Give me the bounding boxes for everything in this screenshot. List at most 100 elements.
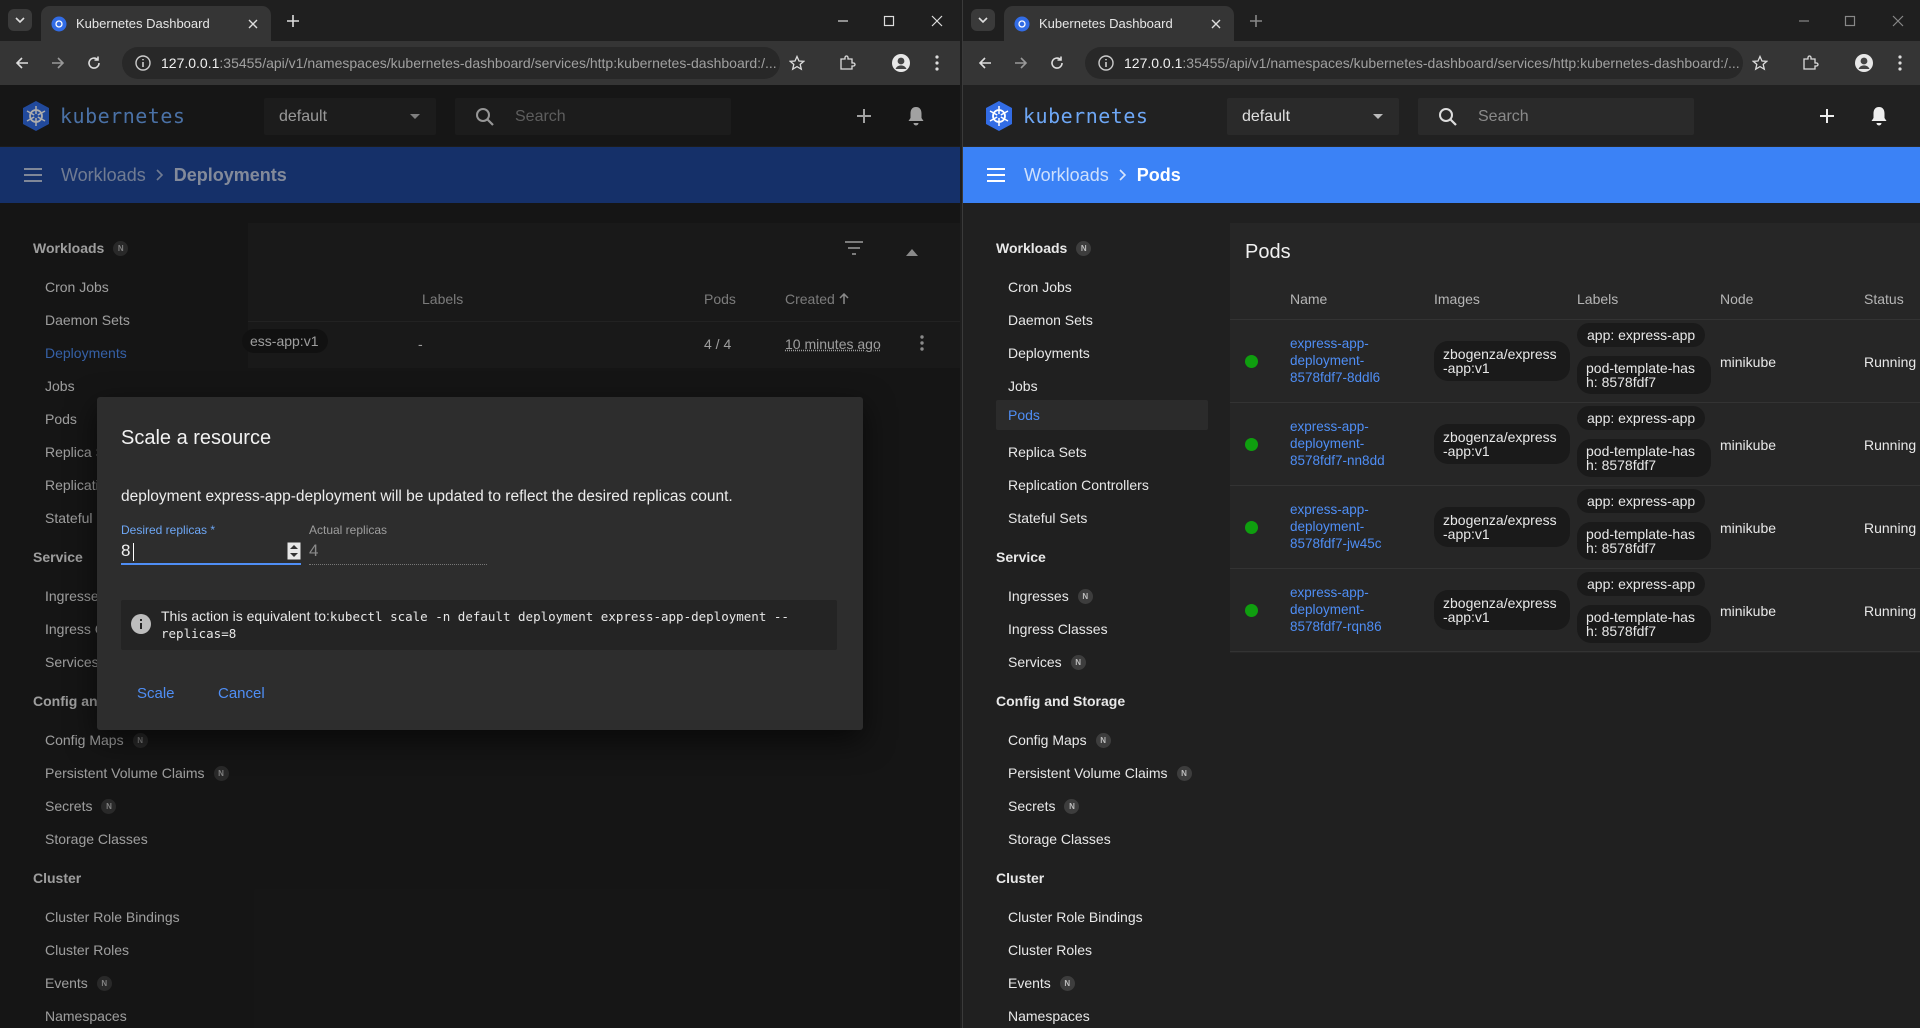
col-header-name[interactable]: Name: [1290, 291, 1327, 307]
sidebar-section-service[interactable]: Service: [996, 546, 1046, 568]
sidebar-item-replication-controllers[interactable]: Replication Controllers: [1008, 474, 1149, 496]
sidebar-section-config[interactable]: Config and Storage: [996, 690, 1125, 712]
label-chip-pod-template-hash: pod-template-has h: 8578fdf7: [1577, 605, 1711, 643]
close-window-button[interactable]: [914, 0, 960, 41]
sidebar-item-services[interactable]: Services N: [1008, 651, 1086, 673]
sidebar-section-workloads[interactable]: Workloads N: [996, 237, 1092, 259]
table-row[interactable]: express-app- deployment- 8578fdf7-rqn86 …: [1230, 569, 1920, 652]
sidebar-item-cron-jobs[interactable]: Cron Jobs: [1008, 276, 1072, 298]
profile-avatar[interactable]: [886, 47, 916, 79]
label-chip-app: app: express-app: [1577, 572, 1706, 596]
sidebar-item-pods[interactable]: Pods: [1008, 404, 1040, 426]
plus-icon: [1250, 15, 1262, 27]
col-header-images[interactable]: Images: [1434, 291, 1480, 307]
kubernetes-logo[interactable]: kubernetes: [983, 100, 1148, 132]
sidebar-item-replica-sets[interactable]: Replica Sets: [1008, 441, 1087, 463]
browser-toolbar: 127.0.0.1:35455/api/v1/namespaces/kubern…: [963, 41, 1920, 85]
extensions-button[interactable]: [1795, 47, 1825, 79]
desired-replicas-input[interactable]: 8: [121, 539, 301, 565]
sidebar-item-events[interactable]: Events N: [1008, 972, 1075, 994]
extensions-button[interactable]: [832, 47, 862, 79]
profile-avatar[interactable]: [1849, 47, 1879, 79]
new-tab-button[interactable]: [282, 10, 304, 32]
sidebar-item-cluster-role-bindings[interactable]: Cluster Role Bindings: [1008, 906, 1143, 928]
pod-status: Running: [1864, 354, 1917, 370]
card-title: Pods: [1245, 241, 1291, 263]
notifications-button[interactable]: [1865, 102, 1893, 130]
reload-button[interactable]: [1045, 51, 1069, 75]
dialog-message: deployment express-app-deployment will b…: [121, 488, 733, 505]
pod-name-link[interactable]: express-app- deployment- 8578fdf7-nn8dd: [1290, 418, 1385, 469]
item-label: Config Maps: [1008, 732, 1087, 748]
label-chip-app: app: express-app: [1577, 323, 1706, 347]
sidebar-section-cluster[interactable]: Cluster: [996, 867, 1044, 889]
forward-button[interactable]: [46, 51, 70, 75]
browser-menu-button[interactable]: [922, 47, 952, 79]
browser-menu-button[interactable]: [1885, 47, 1915, 79]
minimize-button[interactable]: [820, 0, 866, 41]
sidebar-item-cluster-roles[interactable]: Cluster Roles: [1008, 939, 1092, 961]
nav-menu-button[interactable]: [983, 162, 1009, 188]
site-info-icon[interactable]: [1097, 54, 1115, 72]
col-header-node[interactable]: Node: [1720, 291, 1753, 307]
tab-search-button[interactable]: [8, 9, 32, 31]
bookmark-star-button[interactable]: [1745, 47, 1775, 79]
back-button[interactable]: [10, 51, 34, 75]
sidebar-item-jobs[interactable]: Jobs: [1008, 375, 1038, 397]
new-tab-button[interactable]: [1245, 10, 1267, 32]
maximize-button[interactable]: [1827, 0, 1873, 41]
sidebar-item-pvc[interactable]: Persistent Volume Claims N: [1008, 762, 1192, 784]
col-header-status[interactable]: Status: [1864, 291, 1904, 307]
sidebar-item-stateful-sets[interactable]: Stateful Sets: [1008, 507, 1087, 529]
breadcrumb-workloads[interactable]: Workloads: [1024, 165, 1109, 186]
kubectl-command-line-1: kubectl scale -n default deployment expr…: [329, 609, 789, 624]
reload-button[interactable]: [82, 51, 106, 75]
maximize-button[interactable]: [866, 0, 912, 41]
status-running-icon: [1245, 438, 1258, 451]
star-icon: [1752, 55, 1768, 71]
pod-name-link[interactable]: express-app- deployment- 8578fdf7-rqn86: [1290, 584, 1382, 635]
scale-button[interactable]: Scale: [137, 685, 175, 702]
tab-search-button[interactable]: [971, 9, 995, 31]
sidebar-item-namespaces[interactable]: Namespaces: [1008, 1005, 1090, 1027]
pod-name-link[interactable]: express-app- deployment- 8578fdf7-jw45c: [1290, 501, 1382, 552]
sidebar-item-ingress-classes[interactable]: Ingress Classes: [1008, 618, 1108, 640]
minimize-button[interactable]: [1781, 0, 1827, 41]
search-input[interactable]: Search: [1418, 98, 1694, 135]
cancel-button[interactable]: Cancel: [218, 685, 265, 702]
close-tab-icon[interactable]: [245, 16, 261, 32]
address-bar[interactable]: 127.0.0.1:35455/api/v1/namespaces/kubern…: [122, 47, 780, 79]
back-button[interactable]: [973, 51, 997, 75]
bookmark-star-button[interactable]: [782, 47, 812, 79]
close-window-button[interactable]: [1875, 0, 1920, 41]
text-cursor: [133, 543, 134, 561]
kubernetes-favicon-icon: [51, 16, 67, 31]
reload-icon: [1051, 56, 1063, 69]
sidebar-item-storage-classes[interactable]: Storage Classes: [1008, 828, 1111, 850]
table-row[interactable]: express-app- deployment- 8578fdf7-jw45c …: [1230, 486, 1920, 569]
kubernetes-favicon-icon: [1014, 16, 1030, 31]
namespace-select[interactable]: default: [1227, 98, 1399, 135]
forward-button[interactable]: [1009, 51, 1033, 75]
table-row[interactable]: express-app- deployment- 8578fdf7-8ddl6 …: [1230, 320, 1920, 403]
site-info-icon[interactable]: [134, 54, 152, 72]
address-bar[interactable]: 127.0.0.1:35455/api/v1/namespaces/kubern…: [1085, 47, 1743, 79]
dropdown-caret-icon: [1373, 114, 1383, 119]
col-header-labels[interactable]: Labels: [1577, 291, 1618, 307]
sidebar-item-ingresses[interactable]: Ingresses N: [1008, 585, 1093, 607]
close-tab-icon[interactable]: [1208, 16, 1224, 32]
table-row[interactable]: express-app- deployment- 8578fdf7-nn8dd …: [1230, 403, 1920, 486]
create-resource-button[interactable]: [1813, 102, 1841, 130]
namespaced-badge: N: [1059, 975, 1075, 991]
sidebar-item-deployments[interactable]: Deployments: [1008, 342, 1090, 364]
tab-title: Kubernetes Dashboard: [1039, 16, 1173, 31]
sidebar-item-secrets[interactable]: Secrets N: [1008, 795, 1080, 817]
pod-name-link[interactable]: express-app- deployment- 8578fdf7-8ddl6: [1290, 335, 1380, 386]
browser-tab[interactable]: Kubernetes Dashboard: [41, 6, 271, 41]
browser-tab[interactable]: Kubernetes Dashboard: [1004, 6, 1234, 41]
avatar-icon: [892, 54, 910, 72]
sidebar-item-config-maps[interactable]: Config Maps N: [1008, 729, 1111, 751]
number-spinner-icon[interactable]: [287, 542, 301, 560]
item-label: Ingresses: [1008, 588, 1069, 604]
sidebar-item-daemon-sets[interactable]: Daemon Sets: [1008, 309, 1093, 331]
